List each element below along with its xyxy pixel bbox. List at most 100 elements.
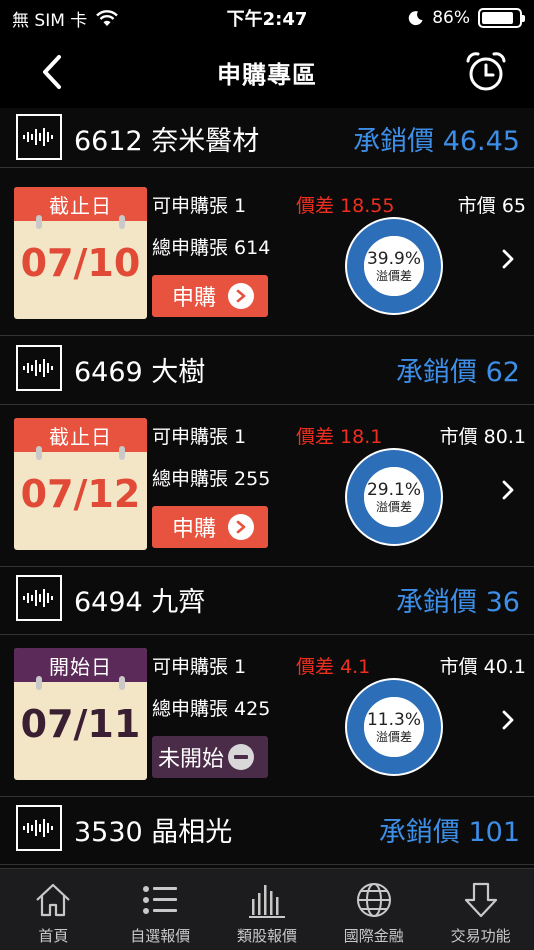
- underwriting-price: 承銷價 62: [396, 357, 520, 388]
- premium-label: 溢價差: [375, 500, 412, 514]
- calendar-date: 07/11: [20, 702, 141, 746]
- soundwave-icon: [16, 575, 62, 621]
- subscribe-label: 申購: [172, 286, 217, 311]
- calendar-ring: [36, 215, 42, 229]
- stock-code-name: 6494 九齊: [74, 587, 206, 618]
- battery-fill: [482, 12, 513, 24]
- available-lots: 可申購張 1: [152, 426, 247, 448]
- chevron-right-icon[interactable]: [500, 478, 516, 502]
- tab-label: 國際金融: [343, 927, 404, 945]
- price-diff: 價差 18.1: [296, 426, 383, 448]
- price-diff: 價差 4.1: [296, 656, 371, 678]
- total-lots: 總申購張 255: [152, 468, 271, 490]
- premium-percent: 11.3%: [366, 710, 421, 730]
- moon-icon: [408, 11, 423, 26]
- market-price: 市價 80.1: [439, 426, 526, 448]
- soundwave-icon: [16, 345, 62, 391]
- tab-label: 自選報價: [130, 927, 191, 945]
- total-lots: 總申購張 614: [152, 237, 271, 259]
- calendar-label: 截止日: [14, 418, 147, 452]
- calendar-label: 開始日: [14, 648, 147, 682]
- back-button[interactable]: [30, 50, 74, 94]
- chevron-left-icon: [43, 55, 61, 89]
- donut-label: 11.3% 溢價差: [344, 710, 444, 745]
- donut-label: 39.9% 溢價差: [344, 249, 444, 284]
- ipo-list[interactable]: 6612 奈米醫材 承銷價 46.45 截止日 07/10 可申購張 1 總申購…: [0, 108, 534, 868]
- subscribe-label: 申購: [172, 517, 217, 542]
- wifi-icon: [96, 10, 119, 26]
- subscribe-button[interactable]: 申購: [152, 275, 268, 317]
- chevron-right-icon[interactable]: [500, 708, 516, 732]
- bar-chart-icon: [246, 879, 288, 921]
- item-header: 6612 奈米醫材 承銷價 46.45: [0, 108, 534, 167]
- divider: [0, 864, 534, 865]
- tab-label: 交易功能: [450, 927, 511, 945]
- deadline-calendar: 截止日 07/12: [14, 418, 147, 550]
- calendar-ring: [119, 676, 125, 690]
- not-started-button[interactable]: 未開始: [152, 736, 268, 778]
- nav-header: 申購專區: [0, 36, 534, 108]
- underwriting-price: 承銷價 46.45: [353, 126, 520, 157]
- tab-bar: 首頁 自選報價 類股報價 國際金融 交易功能: [0, 868, 534, 950]
- calendar-ring: [119, 446, 125, 460]
- deadline-calendar: 截止日 07/10: [14, 187, 147, 319]
- calendar-label: 截止日: [14, 187, 147, 221]
- globe-icon: [353, 879, 395, 921]
- tab-label: 類股報價: [236, 927, 297, 945]
- soundwave-icon: [16, 805, 62, 851]
- total-lots: 總申購張 425: [152, 698, 271, 720]
- chevron-right-circle-icon: [228, 514, 255, 540]
- stock-code-name: 6612 奈米醫材: [74, 126, 260, 157]
- list-item[interactable]: 6469 大樹 承銷價 62 截止日 07/12 可申購張 1 總申購張 255…: [0, 338, 534, 568]
- divider: [0, 335, 534, 336]
- calendar-ring: [119, 215, 125, 229]
- available-lots: 可申購張 1: [152, 656, 247, 678]
- calendar-ring: [36, 676, 42, 690]
- stock-code-name: 6469 大樹: [74, 357, 206, 388]
- divider: [0, 167, 534, 168]
- tab-home[interactable]: 首頁: [0, 869, 107, 950]
- tab-sector[interactable]: 類股報價: [214, 869, 321, 950]
- divider: [0, 796, 534, 797]
- status-right: 86%: [322, 8, 525, 28]
- market-price: 市價 65: [457, 195, 526, 217]
- carrier-label: 無 SIM 卡: [12, 10, 88, 31]
- item-header: 6494 九齊 承銷價 36: [0, 568, 534, 628]
- premium-percent: 39.9%: [366, 249, 421, 269]
- page-title: 申購專區: [217, 60, 317, 89]
- list-item[interactable]: 3530 晶相光 承銷價 101: [0, 798, 534, 868]
- divider: [0, 634, 534, 635]
- subscribe-button[interactable]: 申購: [152, 506, 268, 548]
- battery-icon: [478, 8, 525, 28]
- not-started-label: 未開始: [158, 747, 225, 772]
- tab-international[interactable]: 國際金融: [320, 869, 427, 950]
- premium-label: 溢價差: [375, 269, 412, 283]
- minus-circle-icon: [228, 744, 255, 770]
- start-calendar: 開始日 07/11: [14, 648, 147, 780]
- price-diff: 價差 18.55: [296, 195, 395, 217]
- status-time: 下午2:47: [226, 9, 308, 30]
- status-left: 無 SIM 卡: [12, 6, 212, 31]
- tab-watchlist[interactable]: 自選報價: [107, 869, 214, 950]
- home-icon: [32, 879, 74, 921]
- chevron-right-circle-icon: [228, 283, 255, 309]
- alarm-button[interactable]: [462, 48, 510, 96]
- download-arrow-icon: [460, 879, 502, 921]
- market-price: 市價 40.1: [439, 656, 526, 678]
- tab-label: 首頁: [38, 927, 69, 945]
- alarm-clock-icon: [466, 52, 506, 91]
- calendar-ring: [36, 446, 42, 460]
- donut-label: 29.1% 溢價差: [344, 481, 444, 515]
- calendar-date: 07/10: [20, 241, 141, 285]
- soundwave-icon: [16, 114, 62, 160]
- list-item[interactable]: 6612 奈米醫材 承銷價 46.45 截止日 07/10 可申購張 1 總申購…: [0, 108, 534, 337]
- status-bar: 無 SIM 卡 下午2:47 86%: [0, 0, 534, 36]
- chevron-right-icon[interactable]: [500, 247, 516, 271]
- tab-trading[interactable]: 交易功能: [427, 869, 534, 950]
- divider: [0, 566, 534, 567]
- underwriting-price: 承銷價 36: [396, 587, 520, 618]
- calendar-date: 07/12: [20, 472, 141, 516]
- list-item[interactable]: 6494 九齊 承銷價 36 開始日 07/11 可申購張 1 總申購張 425…: [0, 568, 534, 798]
- list-icon: [139, 879, 181, 921]
- underwriting-price: 承銷價 101: [378, 817, 520, 848]
